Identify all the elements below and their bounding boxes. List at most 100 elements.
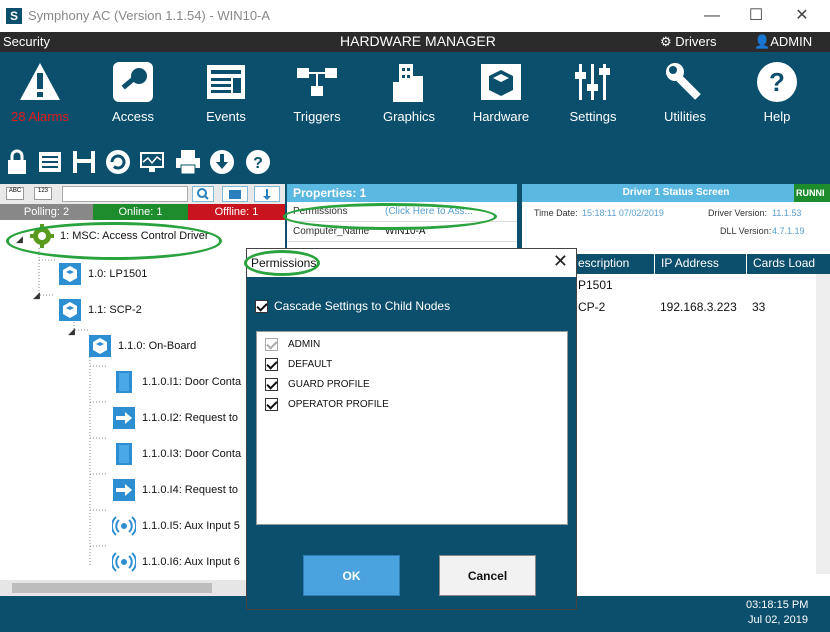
tree-node-driver[interactable]: 1: MSC: Access Control Driver: [30, 224, 209, 248]
wrench-icon: [666, 63, 701, 100]
dialog-close-button[interactable]: ✕: [553, 251, 568, 272]
status-title: Driver 1 Status Screen: [622, 187, 730, 198]
list-item[interactable]: DEFAULT: [265, 358, 332, 371]
hardware-button[interactable]: Hardware: [461, 60, 541, 124]
close-window-button[interactable]: ✕: [782, 4, 822, 28]
access-button[interactable]: Access: [93, 60, 173, 124]
tree-node-input-4[interactable]: 1.1.0.I4: Request to: [112, 478, 238, 502]
window-title: Symphony AC (Version 1.1.54) - WIN10-A: [28, 8, 271, 23]
properties-header: Properties: 1: [287, 184, 517, 202]
cascade-checkbox[interactable]: [255, 299, 268, 313]
tree-node-input-3[interactable]: 1.1.0.I3: Door Conta: [112, 442, 241, 466]
printer-icon[interactable]: [174, 148, 202, 176]
permission-checkbox[interactable]: [265, 378, 278, 391]
page-title: HARDWARE MANAGER: [340, 33, 496, 49]
cascade-label: Cascade Settings to Child Nodes: [274, 299, 451, 313]
svg-text:?: ?: [769, 67, 785, 97]
settings-label: Settings: [569, 109, 617, 124]
help-small-icon[interactable]: ?: [244, 148, 272, 176]
tree-node-label: 1.1.0.I3: Door Conta: [142, 448, 242, 460]
property-value[interactable]: (Click Here to Ass...: [385, 206, 473, 217]
access-label: Access: [112, 109, 154, 124]
sort-alpha-icon[interactable]: ABC: [6, 187, 24, 200]
tree-node-label: 1.1.0.I2: Request to: [142, 412, 239, 424]
list-icon[interactable]: [36, 148, 64, 176]
sort-icon[interactable]: [254, 186, 280, 202]
permission-checkbox[interactable]: [265, 398, 278, 411]
list-item[interactable]: GUARD PROFILE: [265, 378, 370, 391]
panel-cube-icon: [89, 335, 111, 357]
hardware-label: Hardware: [472, 109, 530, 124]
ok-button[interactable]: OK: [303, 555, 400, 596]
tree-horizontal-scrollbar[interactable]: [0, 580, 285, 596]
user-menu[interactable]: 👤ADMIN: [754, 34, 812, 50]
tree-node-input-5[interactable]: 1.1.0.I5: Aux Input 5: [112, 514, 240, 538]
monitor-icon[interactable]: [138, 148, 166, 176]
tree-node-label: 1: MSC: Access Control Driver: [60, 230, 209, 242]
hardware-box-icon: [481, 64, 521, 100]
search-icon[interactable]: [192, 186, 214, 202]
list-item[interactable]: OPERATOR PROFILE: [265, 398, 389, 411]
permission-label: GUARD PROFILE: [288, 379, 370, 390]
tree-search-input[interactable]: [62, 186, 188, 202]
property-row-computer-name[interactable]: Computer_Name WIN10-A: [287, 222, 517, 242]
tree-node-onboard[interactable]: 1.1.0: On-Board: [88, 334, 196, 358]
list-item: ADMIN: [265, 338, 320, 351]
property-row-permissions[interactable]: Permissions (Click Here to Ass...: [287, 202, 517, 222]
wireless-icon: [112, 552, 136, 572]
cell-cards: 33: [752, 300, 766, 314]
column-header-ip[interactable]: IP Address: [654, 254, 719, 274]
property-value: WIN10-A: [385, 226, 426, 237]
polling-status: Polling: 2: [0, 204, 93, 220]
utilities-button[interactable]: Utilities: [645, 60, 725, 124]
tree-node-label: 1.0: LP1501: [88, 268, 148, 280]
permission-checkbox[interactable]: [265, 358, 278, 371]
svg-text:◢: ◢: [16, 234, 23, 244]
scrollbar-thumb[interactable]: [12, 583, 212, 593]
events-button[interactable]: Events: [186, 60, 266, 124]
security-menu[interactable]: Security: [3, 34, 50, 49]
folder-icon[interactable]: [222, 186, 248, 202]
dll-version-value: 4.7.1.19: [772, 226, 805, 236]
help-button[interactable]: ? Help: [737, 60, 817, 124]
lock-icon[interactable]: [3, 148, 31, 176]
svg-text:◢: ◢: [33, 290, 40, 300]
save-icon[interactable]: [70, 148, 98, 176]
driver-version-value: 11.1.53: [772, 208, 802, 218]
status-vertical-scrollbar[interactable]: [816, 274, 830, 574]
tree-node-label: 1.1.0.I1: Door Conta: [142, 376, 242, 388]
tree-node-input-2[interactable]: 1.1.0.I2: Request to: [112, 406, 238, 430]
property-key: Permissions: [293, 206, 348, 217]
help-label: Help: [763, 109, 791, 124]
secondary-toolbar: ?: [0, 142, 830, 184]
tree-node-scp2[interactable]: 1.1: SCP-2: [58, 298, 142, 322]
column-header-description[interactable]: escription: [578, 256, 629, 270]
minimize-button[interactable]: —: [692, 4, 732, 28]
running-badge: RUNNI: [794, 184, 830, 202]
utilities-label: Utilities: [664, 109, 706, 124]
cancel-button[interactable]: Cancel: [439, 555, 536, 596]
permissions-list: ADMIN DEFAULT GUARD PROFILE OPERATOR PRO…: [256, 331, 568, 525]
dialog-titlebar: Permissions ✕: [247, 249, 576, 277]
tree-node-input-1[interactable]: 1.1.0.I1: Door Conta: [112, 370, 241, 394]
alarms-button[interactable]: 28 Alarms: [0, 60, 80, 124]
tree-node-label: 1.1: SCP-2: [88, 304, 142, 316]
permission-label: DEFAULT: [288, 359, 333, 370]
tree-node-input-6[interactable]: 1.1.0.I6: Aux Input 6: [112, 550, 240, 574]
tree-node-lp1501[interactable]: 1.0: LP1501: [58, 262, 147, 286]
sort-numeric-icon[interactable]: 123: [34, 187, 52, 200]
column-header-cards[interactable]: Cards Load: [746, 254, 815, 274]
cascade-checkbox-row[interactable]: Cascade Settings to Child Nodes: [255, 299, 450, 313]
triggers-button[interactable]: Triggers: [277, 60, 357, 124]
footer-time: 03:18:15 PM: [746, 599, 809, 611]
download-icon[interactable]: [208, 148, 236, 176]
maximize-button[interactable]: ☐: [736, 4, 776, 28]
menubar: Security HARDWARE MANAGER ⚙ Drivers 👤ADM…: [0, 32, 830, 52]
graphics-button[interactable]: Graphics: [369, 60, 449, 124]
settings-button[interactable]: Settings: [553, 60, 633, 124]
triggers-label: Triggers: [293, 109, 341, 124]
graphics-building-icon: [393, 64, 423, 102]
refresh-icon[interactable]: [104, 148, 132, 176]
alarm-warning-icon: [20, 63, 60, 100]
drivers-menu[interactable]: ⚙ Drivers: [660, 34, 716, 50]
